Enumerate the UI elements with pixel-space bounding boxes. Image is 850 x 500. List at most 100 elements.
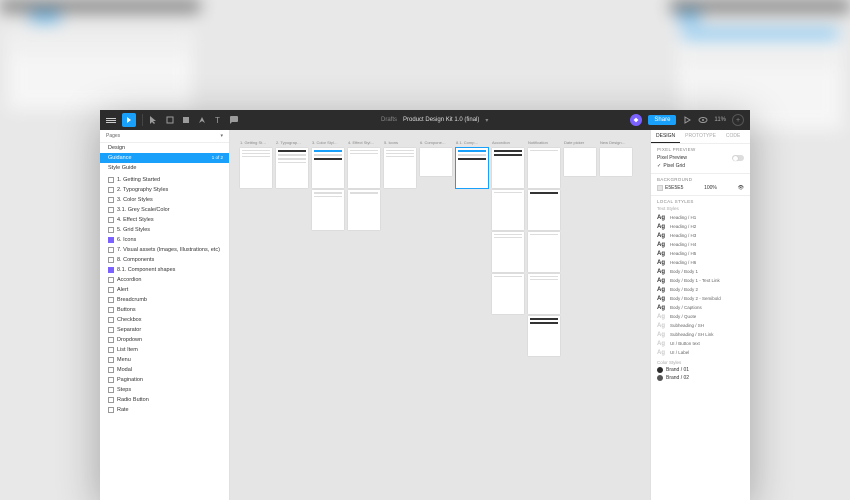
frame-label[interactable]: 4. Effect Styl… <box>348 140 380 145</box>
page-item[interactable]: Guidance1 of 2 <box>100 153 229 163</box>
canvas-frame[interactable] <box>276 148 308 188</box>
canvas-frame[interactable] <box>528 232 560 272</box>
text-style-item[interactable]: AgUI / Label <box>657 348 744 357</box>
layer-item[interactable]: Rate <box>100 405 229 415</box>
canvas-frame[interactable] <box>492 274 524 314</box>
zoom-display[interactable]: 11% <box>714 117 726 123</box>
canvas-frame[interactable] <box>528 274 560 314</box>
color-style-item[interactable]: Brand / 02 <box>657 374 744 382</box>
canvas-frame[interactable] <box>312 148 344 188</box>
layer-item[interactable]: 3.1. Grey Scale/Color <box>100 205 229 215</box>
bg-opacity[interactable]: 100% <box>704 185 717 191</box>
play-button[interactable] <box>122 113 136 127</box>
layer-item[interactable]: Accordion <box>100 275 229 285</box>
frame-label[interactable]: 5. Icons <box>384 140 416 145</box>
frame-label[interactable]: Accordion <box>492 140 524 145</box>
component-button[interactable] <box>630 114 642 126</box>
canvas-frame[interactable] <box>564 148 596 176</box>
text-style-item[interactable]: AgHeading / H5 <box>657 249 744 258</box>
text-style-item[interactable]: AgHeading / H3 <box>657 231 744 240</box>
layer-item[interactable]: Separator <box>100 325 229 335</box>
pages-header[interactable]: Pages ▾ <box>100 130 229 143</box>
canvas[interactable]: 1. Getting St… 2. Typograp… 3. Color Styl…… <box>230 130 650 500</box>
canvas-frame[interactable] <box>528 148 560 188</box>
layer-item[interactable]: Steps <box>100 385 229 395</box>
frame-label[interactable]: 6. Compone… <box>420 140 452 145</box>
text-style-item[interactable]: AgSubheading / SH Link <box>657 330 744 339</box>
text-style-item[interactable]: AgSubheading / SH <box>657 321 744 330</box>
layer-item[interactable]: 7. Visual assets (Images, Illustrations,… <box>100 245 229 255</box>
layer-item[interactable]: Pagination <box>100 375 229 385</box>
text-style-item[interactable]: AgBody / Body 1 <box>657 267 744 276</box>
pixel-preview-toggle[interactable] <box>732 155 744 161</box>
text-style-item[interactable]: AgHeading / H1 <box>657 213 744 222</box>
pen-tool-icon[interactable] <box>197 115 207 125</box>
layer-item[interactable]: 3. Color Styles <box>100 195 229 205</box>
text-style-item[interactable]: AgBody / Body 1 - Text Link <box>657 276 744 285</box>
canvas-frame[interactable] <box>600 148 632 176</box>
color-style-item[interactable]: Brand / 01 <box>657 366 744 374</box>
inspector-tab[interactable]: DESIGN <box>651 130 680 143</box>
inspector-tab[interactable]: PROTOTYPE <box>680 130 721 143</box>
canvas-frame[interactable] <box>312 190 344 230</box>
layer-item[interactable]: 6. Icons <box>100 235 229 245</box>
canvas-frame[interactable] <box>492 190 524 230</box>
move-tool-icon[interactable] <box>149 115 159 125</box>
share-button[interactable]: Share <box>648 115 676 125</box>
canvas-frame[interactable] <box>348 190 380 230</box>
bg-color-chip[interactable] <box>657 185 663 191</box>
layer-item[interactable]: 8.1. Component shapes <box>100 265 229 275</box>
layer-item[interactable]: 8. Components <box>100 255 229 265</box>
layer-item[interactable]: List Item <box>100 345 229 355</box>
layer-item[interactable]: 4. Effect Styles <box>100 215 229 225</box>
text-style-item[interactable]: AgBody / Quote <box>657 312 744 321</box>
comment-tool-icon[interactable] <box>229 115 239 125</box>
canvas-frame[interactable] <box>492 148 524 188</box>
text-style-item[interactable]: AgBody / Body 2 - Semibold <box>657 294 744 303</box>
canvas-frame[interactable] <box>528 190 560 230</box>
page-item[interactable]: Design <box>100 143 229 153</box>
layer-item[interactable]: Breadcrumb <box>100 295 229 305</box>
text-style-item[interactable]: AgHeading / H2 <box>657 222 744 231</box>
frame-label[interactable]: 3. Color Styl… <box>312 140 344 145</box>
text-style-item[interactable]: AgBody / Captions <box>657 303 744 312</box>
bg-hex[interactable]: E5E5E5 <box>665 185 683 191</box>
canvas-frame[interactable] <box>420 148 452 176</box>
title-area[interactable]: Drafts Product Design Kit 1.0 (final) ▾ <box>245 117 624 124</box>
canvas-frame[interactable] <box>456 148 488 188</box>
layer-item[interactable]: Dropdown <box>100 335 229 345</box>
layer-item[interactable]: Buttons <box>100 305 229 315</box>
frame-label[interactable]: 2. Typograp… <box>276 140 308 145</box>
frame-label[interactable]: New Design… <box>600 140 632 145</box>
page-item[interactable]: Style Guide <box>100 163 229 173</box>
layer-item[interactable]: Alert <box>100 285 229 295</box>
text-style-item[interactable]: AgHeading / H6 <box>657 258 744 267</box>
canvas-frame[interactable] <box>348 148 380 188</box>
add-button[interactable]: + <box>732 114 744 126</box>
layer-item[interactable]: 2. Typography Styles <box>100 185 229 195</box>
layer-item[interactable]: Modal <box>100 365 229 375</box>
canvas-frame[interactable] <box>492 232 524 272</box>
frame-label[interactable]: 8.1. Comp… <box>456 140 488 145</box>
layer-item[interactable]: Menu <box>100 355 229 365</box>
visibility-icon[interactable]: 👁 <box>738 185 744 191</box>
layer-item[interactable]: Checkbox <box>100 315 229 325</box>
view-icon[interactable] <box>698 115 708 125</box>
text-style-item[interactable]: AgUI / Button text <box>657 339 744 348</box>
present-icon[interactable] <box>682 115 692 125</box>
layer-item[interactable]: Radio Button <box>100 395 229 405</box>
frame-label[interactable]: Date picker <box>564 140 596 145</box>
layer-item[interactable]: 1. Getting Started <box>100 175 229 185</box>
layer-item[interactable]: 5. Grid Styles <box>100 225 229 235</box>
text-tool-icon[interactable]: T <box>213 115 223 125</box>
frame-tool-icon[interactable] <box>165 115 175 125</box>
canvas-frame[interactable] <box>240 148 272 188</box>
shape-tool-icon[interactable] <box>181 115 191 125</box>
inspector-tab[interactable]: CODE <box>721 130 745 143</box>
canvas-frame[interactable] <box>528 316 560 356</box>
frame-label[interactable]: 1. Getting St… <box>240 140 272 145</box>
text-style-item[interactable]: AgBody / Body 2 <box>657 285 744 294</box>
text-style-item[interactable]: AgHeading / H4 <box>657 240 744 249</box>
frame-label[interactable]: Notification <box>528 140 560 145</box>
canvas-frame[interactable] <box>384 148 416 188</box>
